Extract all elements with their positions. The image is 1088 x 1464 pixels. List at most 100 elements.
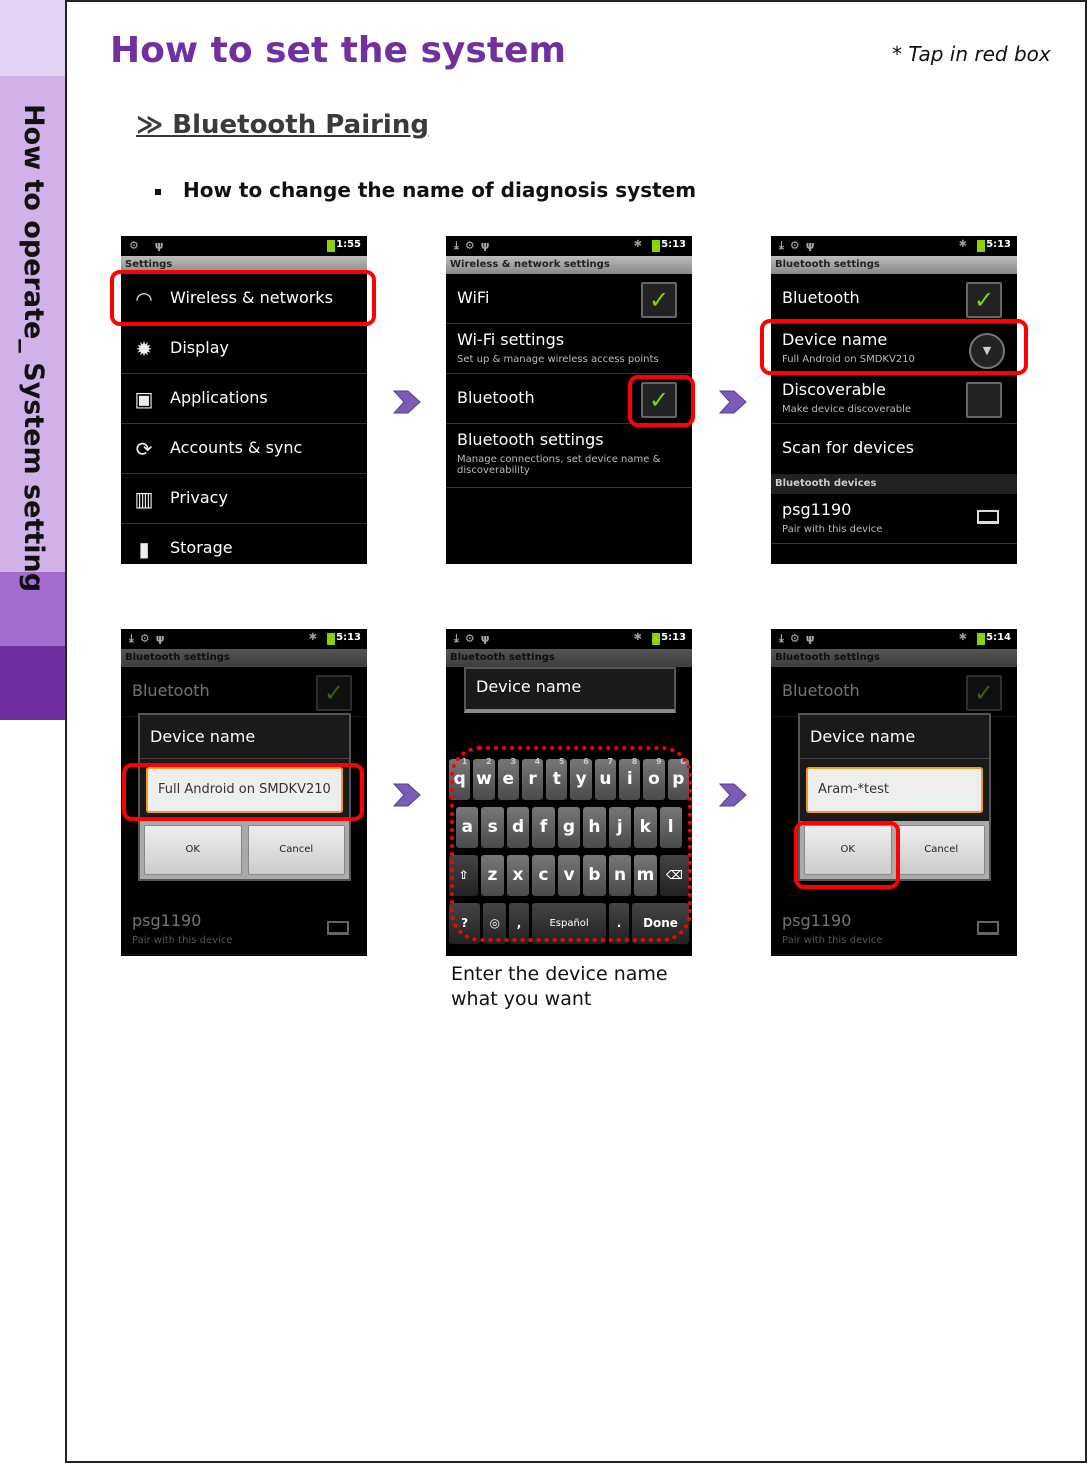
row-label: psg1190 [782,500,852,519]
row-label: Bluetooth [457,388,535,407]
wifi-checkbox[interactable]: ✓ [641,282,677,318]
menu-label: Display [170,338,229,357]
menu-accounts[interactable]: ⟳ Accounts & sync [121,424,367,474]
row-sub: Make device discoverable [782,404,912,415]
row-sub: Pair with this device [132,935,233,946]
bullet-text: How to change the name of diagnosis syst… [183,178,697,202]
dialog-title: Device name [800,715,989,759]
status-bar: ⤓⚙ψ ✱ 5:14 [771,629,1017,649]
wifi-settings-row[interactable]: Wi-Fi settings Set up & manage wireless a… [446,324,692,374]
battery-icon [327,633,335,645]
wifi-toggle-row[interactable]: WiFi ✓ [446,274,692,324]
battery-icon [327,240,335,252]
bluetooth-checkbox: ✓ [966,675,1002,711]
screen-device-name-confirm: ⤓⚙ψ ✱ 5:14 Bluetooth settings Bluetooth ✓ p… [771,629,1017,956]
row-label: Bluetooth [132,681,210,700]
screen-header: Wireless & network settings [446,256,692,274]
menu-applications[interactable]: ▣ Applications [121,374,367,424]
bluetooth-checkbox: ✓ [316,675,352,711]
row-label: Bluetooth [782,288,860,307]
scan-devices-row[interactable]: Scan for devices [771,424,1017,474]
row-label: Scan for devices [782,438,914,457]
bullet-icon [155,188,161,195]
battery-icon [977,240,985,252]
screen-bluetooth-settings: ⤓⚙ψ ✱ 5:13 Bluetooth settings Bluetooth ✓ D… [771,236,1017,564]
tap-highlight [628,375,695,427]
device-row: psg1190 Pair with this device [771,905,1017,955]
screen-header: Bluetooth settings [771,649,1017,667]
row-label: Bluetooth settings [457,430,604,449]
menu-privacy[interactable]: ▥ Privacy [121,474,367,524]
row-label: Wi-Fi settings [457,330,565,349]
next-arrow-icon [392,783,421,807]
tap-highlight [110,270,376,326]
privacy-icon: ▥ [134,487,154,511]
status-bar: ⤓⚙ψ ✱ 5:13 [121,629,367,649]
keyboard-highlight [450,746,692,942]
bluetooth-toggle-row[interactable]: Bluetooth ✓ [771,274,1017,324]
next-arrow-icon [718,783,747,807]
tap-highlight [122,763,364,821]
laptop-icon [327,921,349,935]
battery-icon [652,633,660,645]
tap-highlight [760,319,1028,375]
battery-icon [652,240,660,252]
display-icon: ✹ [135,337,153,361]
next-arrow-icon [718,390,747,414]
tap-highlight [794,821,900,889]
laptop-icon [977,921,999,935]
menu-label: Accounts & sync [170,438,303,457]
bluetooth-toggle-row: Bluetooth ✓ [121,667,367,717]
next-arrow-icon [392,390,421,414]
menu-storage[interactable]: ▮ Storage [121,524,367,564]
bluetooth-checkbox[interactable]: ✓ [966,282,1002,318]
devices-header: Bluetooth devices [771,474,1017,494]
cancel-button[interactable]: Cancel [897,825,985,875]
menu-label: Applications [170,388,268,407]
row-label: WiFi [457,288,490,307]
dialog-title: Device name [140,715,349,759]
side-tab-top [0,0,65,76]
menu-label: Privacy [170,488,228,507]
ok-button[interactable]: OK [144,825,242,875]
chapter-label: How to operate_ System setting [18,104,49,593]
clock: 5:13 [986,239,1011,250]
clock: 5:14 [986,632,1011,643]
row-label: psg1190 [782,911,852,930]
clock: 5:13 [661,239,686,250]
row-label: Bluetooth [782,681,860,700]
storage-icon: ▮ [138,537,150,561]
device-row: psg1190 Pair with this device [121,905,367,955]
discoverable-row[interactable]: Discoverable Make device discoverable ✓ [771,374,1017,424]
row-sub: Set up & manage wireless access points [457,354,659,365]
row-sub: Manage connections, set device name & di… [457,454,661,476]
status-bar: ⤓⚙ψ ✱ 5:13 [446,629,692,649]
cancel-button[interactable]: Cancel [247,825,345,875]
dialog-title: Device name [476,677,582,696]
status-bar: ⤓⚙ψ ✱ 5:13 [446,236,692,256]
sync-icon: ⟳ [135,437,153,461]
side-tab-block-dark [0,646,65,720]
menu-label: Storage [170,538,233,557]
bluetooth-settings-row[interactable]: Bluetooth settings Manage connections, se… [446,424,692,488]
clock: 1:55 [336,239,361,250]
clock: 5:13 [336,632,361,643]
laptop-icon [977,510,999,524]
screen-header: Bluetooth settings [771,256,1017,274]
bullet-item: How to change the name of diagnosis syst… [155,178,696,202]
discoverable-checkbox[interactable]: ✓ [966,382,1002,418]
menu-display[interactable]: ✹ Display [121,324,367,374]
keyboard-caption: Enter the device name what you want [451,963,668,1010]
row-sub: Pair with this device [782,524,883,535]
device-row[interactable]: psg1190 Pair with this device [771,494,1017,544]
section-title: ≫ Bluetooth Pairing [136,110,429,140]
screen-header: Bluetooth settings [446,649,692,667]
row-label: Discoverable [782,380,886,399]
screen-header: Bluetooth settings [121,649,367,667]
page-title: How to set the system [110,30,566,71]
device-name-input[interactable]: Aram-*test [806,767,983,813]
status-bar: ⤓⚙ψ ✱ 5:13 [771,236,1017,256]
bluetooth-toggle-row: Bluetooth ✓ [771,667,1017,717]
clock: 5:13 [661,632,686,643]
battery-icon [977,633,985,645]
